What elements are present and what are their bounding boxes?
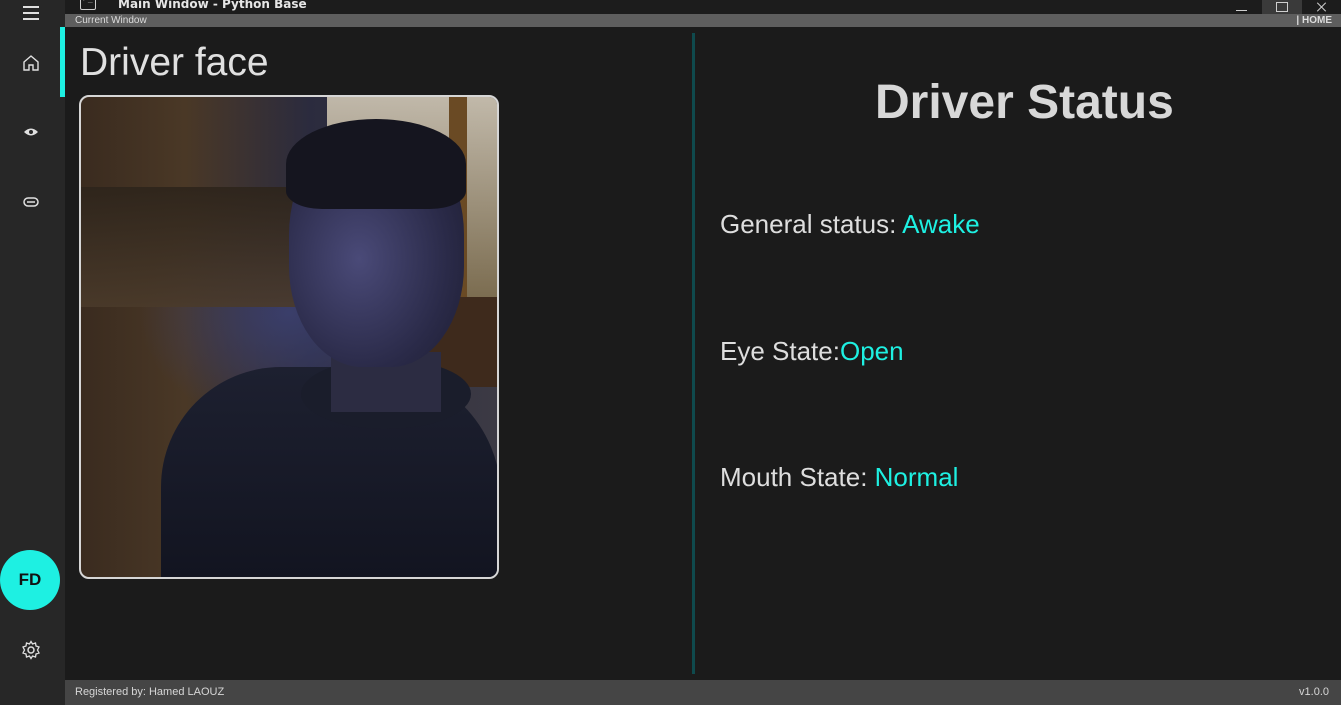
left-sidebar: FD: [0, 0, 65, 705]
close-button[interactable]: [1302, 0, 1341, 14]
driver-face-title: Driver face: [80, 41, 269, 84]
eye-state-value: Open: [839, 336, 904, 366]
eye-icon[interactable]: [18, 119, 44, 145]
maximize-button[interactable]: [1262, 0, 1302, 14]
driver-status-title: Driver Status: [875, 76, 1174, 129]
avatar[interactable]: FD: [0, 550, 60, 610]
settings-gear-icon[interactable]: [18, 637, 44, 663]
general-status-value: Awake: [902, 209, 980, 239]
status-footer: Registered by: Hamed LAOUZ v1.0.0: [65, 680, 1341, 705]
active-section-indicator: [60, 27, 65, 97]
title-bar: Main Window - Python Base: [65, 0, 1341, 14]
eye-state: Eye State:Open: [720, 336, 904, 367]
hamburger-menu-icon[interactable]: [18, 0, 44, 26]
window-info-bar: Current Window | HOME: [65, 14, 1341, 27]
registered-by-text: Registered by: Hamed LAOUZ: [75, 686, 225, 698]
general-status-label: General status:: [720, 209, 903, 239]
driver-camera-feed: [79, 95, 499, 579]
general-status: General status: Awake: [720, 209, 980, 240]
current-window-label: Current Window: [75, 15, 147, 26]
capsule-icon[interactable]: [18, 189, 44, 215]
terminal-app-icon: [80, 0, 96, 10]
main-content: Driver face Driver Status General status…: [60, 27, 1341, 680]
mouth-state: Mouth State: Normal: [720, 462, 958, 493]
home-icon[interactable]: [18, 50, 44, 76]
current-page-label: | HOME: [1296, 15, 1332, 26]
eye-state-label: Eye State:: [720, 336, 840, 366]
window-title: Main Window - Python Base: [118, 0, 307, 11]
vertical-divider: [692, 33, 695, 674]
minimize-button[interactable]: [1222, 0, 1262, 14]
mouth-state-label: Mouth State:: [720, 462, 875, 492]
version-text: v1.0.0: [1299, 686, 1329, 698]
mouth-state-value: Normal: [874, 462, 959, 492]
